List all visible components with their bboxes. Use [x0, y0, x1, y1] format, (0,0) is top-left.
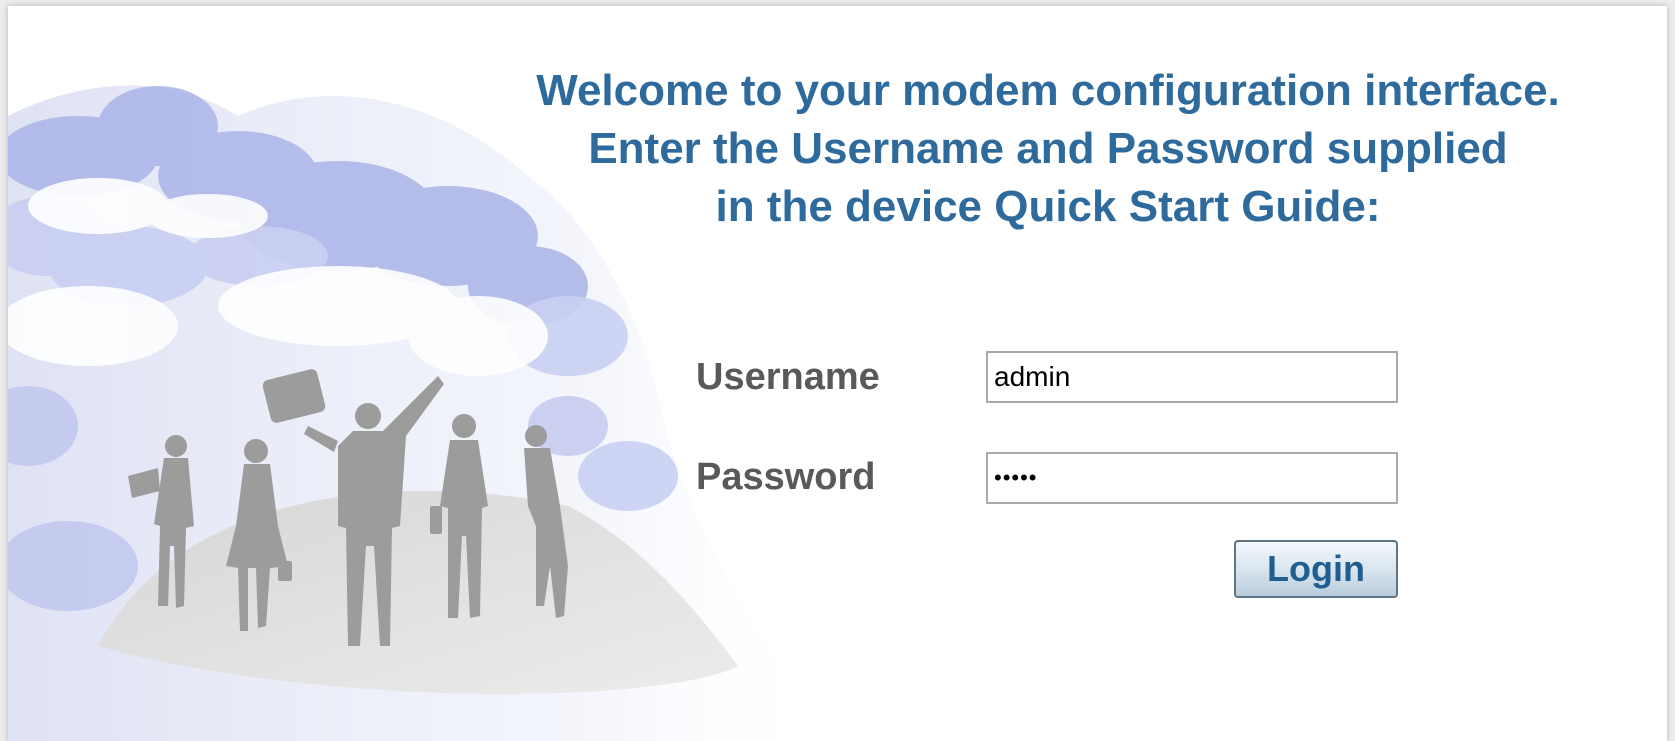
welcome-heading: Welcome to your modem configuration inte…	[468, 62, 1628, 236]
login-page: Welcome to your modem configuration inte…	[8, 6, 1667, 741]
welcome-line-2: Enter the Username and Password supplied	[588, 124, 1508, 173]
password-input[interactable]	[986, 452, 1398, 504]
password-label: Password	[696, 456, 876, 498]
login-button[interactable]: Login	[1234, 540, 1398, 598]
welcome-line-3: in the device Quick Start Guide:	[715, 182, 1381, 231]
username-label: Username	[696, 356, 880, 398]
welcome-line-1: Welcome to your modem configuration inte…	[536, 66, 1560, 115]
username-input[interactable]	[986, 351, 1398, 403]
